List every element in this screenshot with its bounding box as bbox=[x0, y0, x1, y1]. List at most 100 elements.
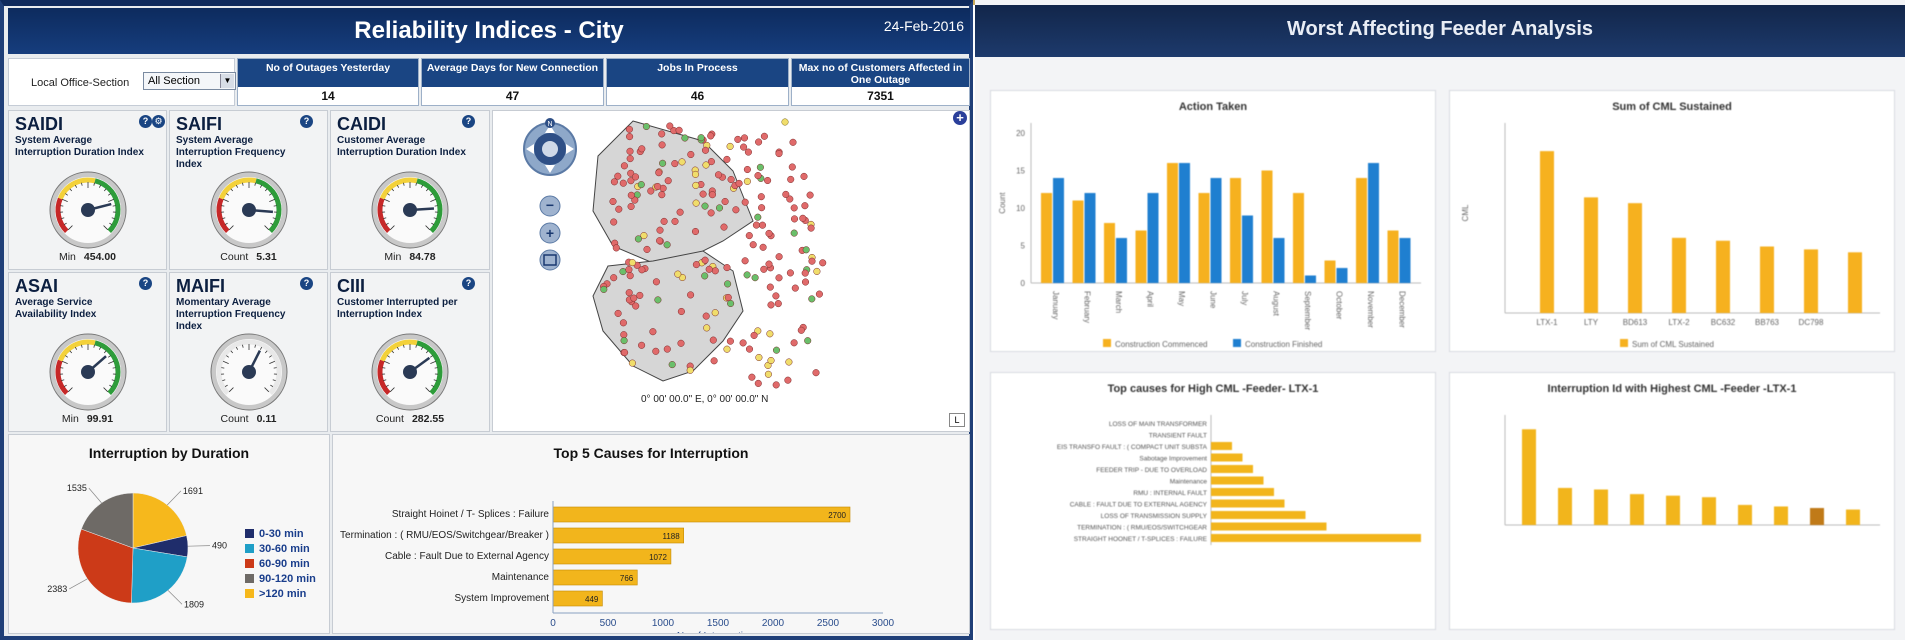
bar bbox=[1179, 163, 1190, 283]
legend-toggle-button[interactable]: L bbox=[949, 413, 965, 427]
kpi-label: Jobs In Process bbox=[607, 59, 788, 87]
index-card-saifi[interactable]: SAIFI System Average Interruption Freque… bbox=[169, 110, 328, 270]
outage-point bbox=[765, 260, 773, 268]
gauge-icon bbox=[371, 333, 449, 411]
top-causes-chart: Top 5 Causes for Interruption Straight H… bbox=[332, 434, 970, 634]
index-card-asai[interactable]: ASAI Average Service Availability Index … bbox=[8, 272, 167, 432]
bar-chart: LOSS OF MAIN TRANSFORMER TRANSIENT FAULT E… bbox=[1057, 415, 1421, 545]
x-tick-label: April bbox=[1146, 291, 1155, 307]
outage-point bbox=[671, 160, 679, 168]
outage-point bbox=[785, 358, 793, 366]
gauge-hub bbox=[242, 203, 256, 217]
add-layer-button[interactable]: + bbox=[953, 111, 967, 125]
outage-point bbox=[692, 199, 700, 207]
help-icon[interactable]: ? bbox=[139, 115, 152, 128]
legend-label: 0-30 min bbox=[259, 528, 304, 540]
bar bbox=[1594, 489, 1608, 525]
legend-swatch bbox=[245, 544, 254, 553]
outage-point bbox=[638, 266, 646, 274]
outage-point bbox=[701, 146, 710, 154]
pie-leader bbox=[167, 590, 183, 605]
index-card-caidi[interactable]: CAIDI Customer Average Interruption Dura… bbox=[330, 110, 490, 270]
bar bbox=[1053, 178, 1064, 283]
outage-point bbox=[760, 132, 768, 140]
bar bbox=[1211, 534, 1421, 542]
zoom-in-button[interactable]: + bbox=[539, 222, 561, 244]
stat-value: 454.00 bbox=[83, 251, 117, 263]
map-coordinates: 0° 00' 00.0" E, 0° 00' 00.0" N bbox=[641, 394, 768, 405]
pie-value-label: 2383 bbox=[47, 584, 67, 594]
outage-point bbox=[790, 229, 798, 237]
bar bbox=[1666, 495, 1680, 525]
bar-chart: 0 5 10 15 20 Count January February March April Ma… bbox=[998, 123, 1421, 349]
bar bbox=[1774, 506, 1788, 525]
stat-label: Min bbox=[58, 251, 76, 263]
x-tick-label: 2000 bbox=[762, 618, 785, 629]
outage-point bbox=[734, 135, 742, 143]
outage-point bbox=[674, 270, 682, 278]
bar bbox=[1230, 178, 1241, 283]
outage-point bbox=[687, 291, 695, 299]
outage-point bbox=[782, 190, 790, 198]
bar bbox=[1242, 215, 1253, 283]
help-icon[interactable]: ? bbox=[300, 277, 313, 290]
full-extent-button[interactable] bbox=[539, 249, 561, 271]
outage-point bbox=[741, 257, 749, 265]
dashboard-date: 24-Feb-2016 bbox=[883, 18, 964, 34]
outage-point bbox=[790, 204, 798, 212]
bar bbox=[1211, 522, 1327, 531]
outage-point bbox=[677, 307, 685, 316]
outage-point bbox=[626, 272, 634, 280]
outage-point bbox=[701, 256, 709, 264]
gauge-hub bbox=[81, 203, 95, 217]
outage-point bbox=[610, 218, 618, 226]
help-icon[interactable]: ? bbox=[139, 277, 152, 290]
bar-value-label: 449 bbox=[585, 595, 599, 604]
x-axis-label: No of Interruptions bbox=[677, 631, 759, 633]
index-stat: Min 84.78 bbox=[331, 251, 489, 263]
outage-point bbox=[754, 172, 762, 180]
outage-point bbox=[774, 300, 782, 308]
settings-icon[interactable]: ⚙ bbox=[152, 115, 165, 128]
index-card-ciii[interactable]: CIII Customer Interrupted per Interrupti… bbox=[330, 272, 490, 432]
office-section-label: Local Office-Section bbox=[31, 77, 130, 89]
help-icon[interactable]: ? bbox=[462, 115, 475, 128]
outage-point bbox=[707, 209, 715, 217]
zoom-out-button[interactable]: − bbox=[539, 195, 561, 217]
service-area-polygon[interactable] bbox=[592, 250, 744, 382]
bar bbox=[1167, 163, 1178, 283]
outage-point bbox=[658, 141, 666, 149]
outage-point bbox=[637, 181, 645, 189]
outage-point bbox=[808, 257, 816, 265]
bar-category-label: System Improvement bbox=[455, 593, 550, 604]
outage-point bbox=[758, 204, 766, 212]
index-card-maifi[interactable]: MAIFI Momentary Average Interruption Fre… bbox=[169, 272, 328, 432]
bar bbox=[1293, 193, 1304, 283]
gauge-icon bbox=[371, 171, 449, 249]
outage-point bbox=[781, 118, 789, 126]
gauge-hub bbox=[403, 365, 417, 379]
index-card-saidi[interactable]: SAIDI System Average Interruption Durati… bbox=[8, 110, 167, 270]
outage-point bbox=[801, 269, 809, 277]
office-section-dropdown[interactable]: All Section ▼ bbox=[143, 72, 236, 90]
outage-point bbox=[800, 172, 808, 180]
outage-point bbox=[638, 341, 646, 349]
outage-point bbox=[671, 217, 679, 225]
outage-point bbox=[634, 235, 642, 243]
help-icon[interactable]: ? bbox=[300, 115, 313, 128]
bar bbox=[1584, 197, 1598, 313]
help-icon[interactable]: ? bbox=[462, 277, 475, 290]
map-canvas[interactable]: N − + 0° 00' 00.0" E, 0° 00' 00.0" N bbox=[493, 111, 971, 433]
outage-point bbox=[656, 237, 664, 245]
outage-map[interactable]: N − + 0° 00' 00.0" E, 0° 00' 00.0" N + L bbox=[492, 110, 970, 432]
bar bbox=[1336, 268, 1348, 283]
outage-point bbox=[772, 346, 781, 354]
map-navigator-icon[interactable]: N bbox=[523, 118, 577, 176]
x-tick-label: BD613 bbox=[1623, 318, 1648, 327]
x-tick-label: January bbox=[1051, 291, 1060, 319]
outage-point bbox=[675, 126, 683, 134]
stat-label: Count bbox=[375, 413, 404, 425]
chevron-down-icon[interactable]: ▼ bbox=[220, 74, 234, 88]
index-abbr: SAIDI bbox=[15, 114, 64, 134]
pie-leader bbox=[69, 578, 88, 590]
